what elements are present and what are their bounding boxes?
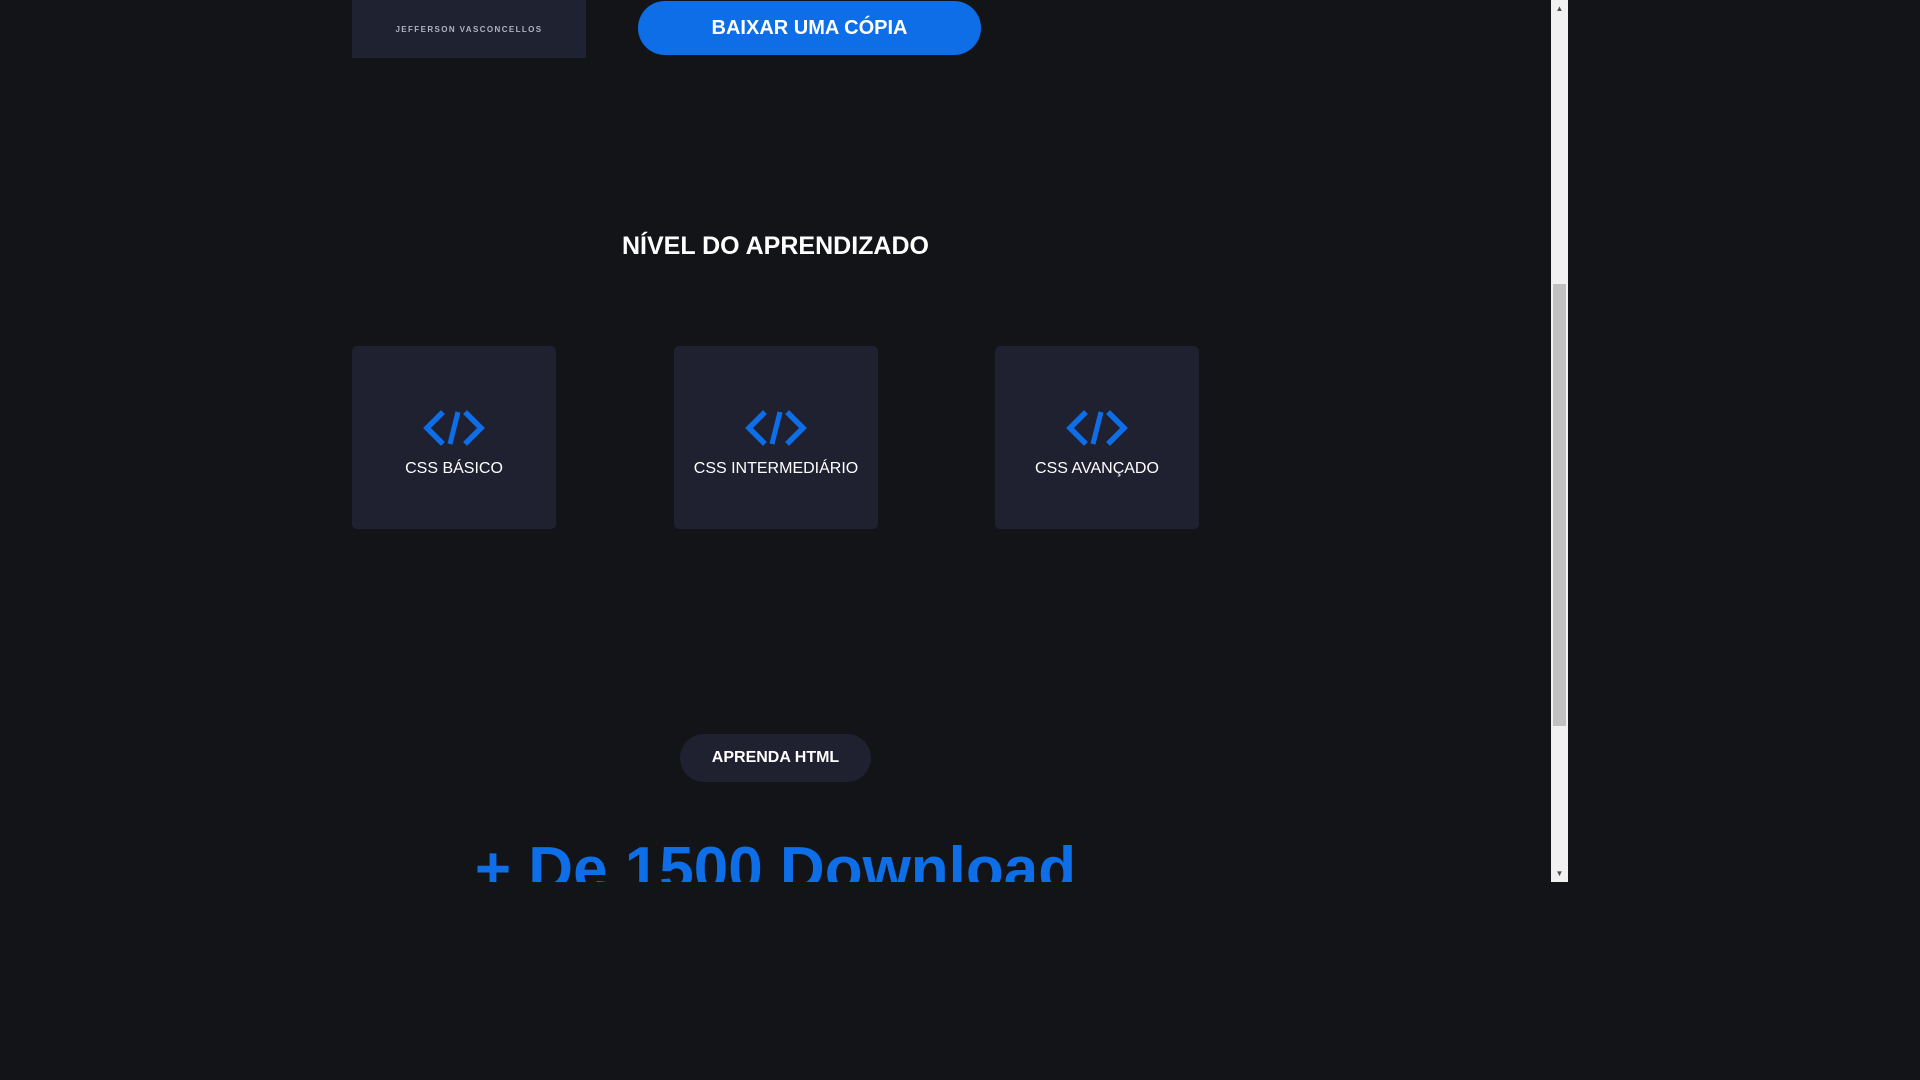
level-card-basic[interactable]: CSS BÁSICO	[352, 346, 556, 529]
level-card-label: CSS INTERMEDIÁRIO	[693, 460, 859, 477]
page: JEFFERSON VASCONCELLOS BAIXAR UMA CÓPIA …	[0, 0, 1551, 882]
code-icon	[745, 410, 807, 446]
vertical-scrollbar[interactable]: ▲ ▼	[1551, 0, 1568, 882]
learn-html-button[interactable]: APRENDA HTML	[680, 734, 871, 782]
section-title: NÍVEL DO APRENDIZADO	[622, 232, 929, 260]
level-card-label: CSS AVANÇADO	[1035, 460, 1159, 477]
book-author: JEFFERSON VASCONCELLOS	[395, 24, 543, 34]
book-cover-image: JEFFERSON VASCONCELLOS	[352, 0, 586, 58]
level-card-intermediate[interactable]: CSS INTERMEDIÁRIO	[674, 346, 878, 529]
code-icon	[423, 410, 485, 446]
level-card-advanced[interactable]: CSS AVANÇADO	[995, 346, 1199, 529]
scroll-up-arrow-icon[interactable]: ▲	[1551, 0, 1568, 17]
downloads-stat-heading: + De 1500 Download	[474, 835, 1077, 882]
download-copy-button[interactable]: BAIXAR UMA CÓPIA	[638, 1, 981, 55]
code-icon	[1066, 410, 1128, 446]
level-card-label: CSS BÁSICO	[405, 460, 503, 477]
scroll-down-arrow-icon[interactable]: ▼	[1551, 865, 1568, 882]
scrollbar-thumb[interactable]	[1553, 284, 1566, 726]
